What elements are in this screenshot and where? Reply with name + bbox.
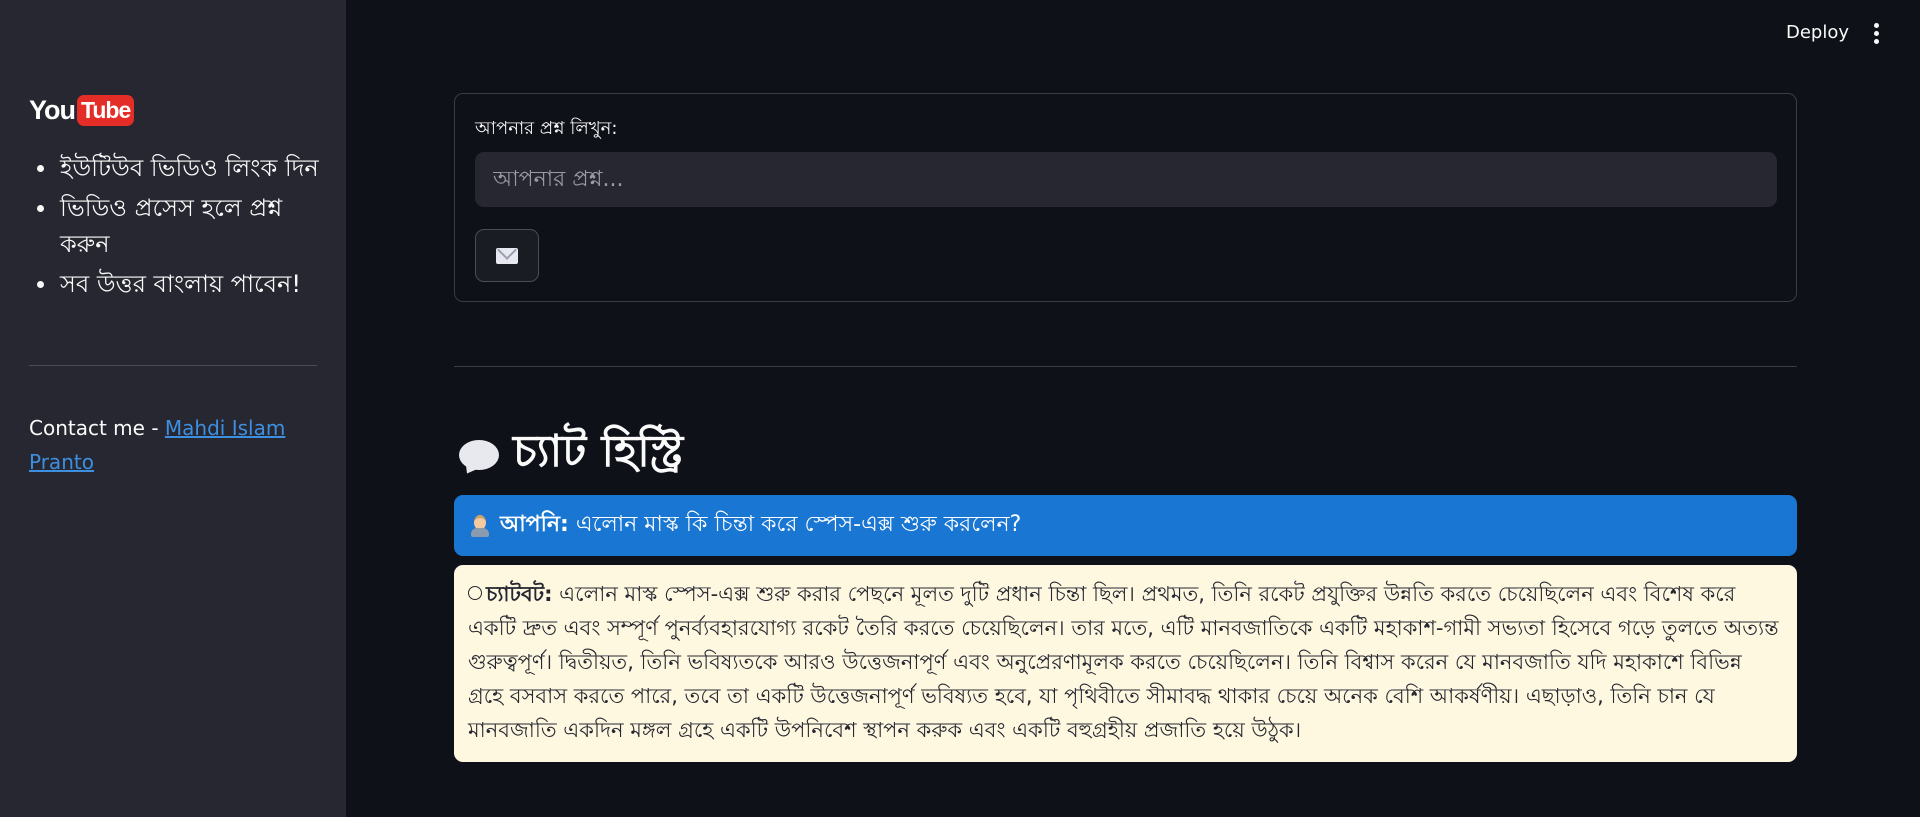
chat-history-title: চ্যাট হিস্ট্রি — [459, 418, 683, 491]
instructions-list: ইউটিউব ভিডিও লিংক দিন ভিডিও প্রসেস হলে প… — [29, 150, 329, 306]
user-message-label: আপনি: — [500, 512, 569, 537]
user-avatar-icon — [468, 514, 492, 538]
list-item: সব উত্তর বাংলায় পাবেন! — [29, 266, 329, 302]
contact-prefix: Contact me - — [29, 416, 165, 440]
deploy-button[interactable]: Deploy — [1776, 20, 1859, 45]
question-label: আপনার প্রশ্ন লিখুন: — [475, 118, 618, 139]
chat-history-heading-text: চ্যাট হিস্ট্রি — [513, 426, 684, 477]
question-input[interactable] — [475, 152, 1777, 207]
youtube-logo-you: You — [29, 95, 76, 125]
question-form: আপনার প্রশ্ন লিখুন: — [454, 93, 1797, 302]
user-message: আপনি: এলোন মাস্ক কি চিন্তা করে স্পেস-এক্… — [454, 495, 1797, 556]
list-item: ভিডিও প্রসেস হলে প্রশ্ন করুন — [29, 190, 329, 262]
envelope-icon — [496, 247, 518, 264]
list-item: ইউটিউব ভিডিও লিংক দিন — [29, 150, 329, 186]
speech-bubble-icon — [459, 439, 499, 470]
submit-button[interactable] — [475, 229, 539, 282]
bot-message: চ্যাটবট: এলোন মাস্ক স্পেস-এক্স শুরু করার… — [454, 565, 1797, 762]
bot-message-label: চ্যাটবট: — [486, 582, 553, 606]
menu-dot — [1873, 38, 1879, 44]
sidebar-divider — [29, 365, 317, 366]
user-message-text: এলোন মাস্ক কি চিন্তা করে স্পেস-এক্স শুরু… — [575, 512, 1022, 537]
vertical-dots-icon[interactable] — [1870, 20, 1882, 46]
menu-dot — [1873, 22, 1879, 28]
contact-text: Contact me - Mahdi Islam Pranto — [29, 411, 319, 479]
bot-message-text: এলোন মাস্ক স্পেস-এক্স শুরু করার পেছনে মূ… — [468, 582, 1779, 742]
sidebar: You Tube ইউটিউব ভিডিও লিংক দিন ভিডিও প্র… — [0, 0, 346, 817]
youtube-logo: You Tube — [29, 95, 135, 126]
menu-dot — [1873, 30, 1879, 36]
youtube-logo-tube: Tube — [77, 95, 135, 126]
bot-face-icon — [468, 586, 482, 600]
main-divider — [454, 366, 1797, 367]
